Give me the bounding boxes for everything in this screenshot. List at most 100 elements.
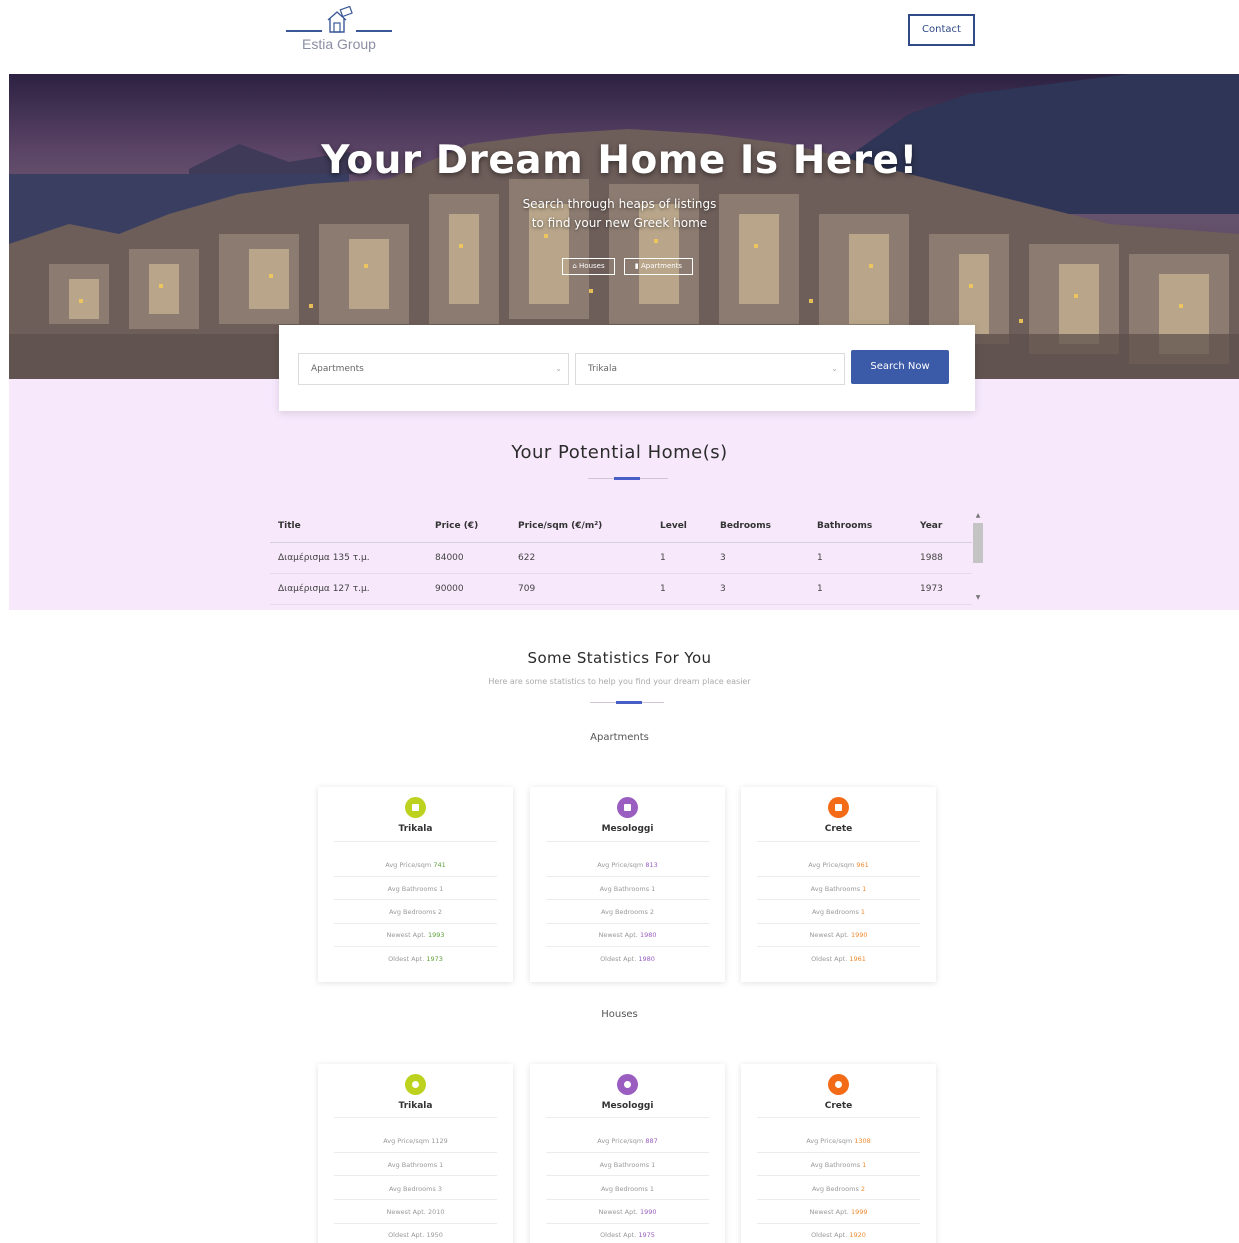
chevron-down-icon: ⌄ [555,364,562,373]
stat-label: Avg Bathrooms [810,1161,861,1169]
stat-oldest: Oldest Apt. 1975 [530,1231,725,1239]
stat-label: Avg Bedrooms [811,1185,859,1193]
stat-label: Avg Bedrooms [811,908,859,916]
stat-avg-bathrooms: Avg Bathrooms 1 [530,885,725,893]
stat-value: 1 [651,885,656,893]
contact-button[interactable]: Contact [908,14,975,46]
scrollbar-thumb[interactable] [973,523,983,563]
column-header[interactable]: Bedrooms [720,521,771,531]
stat-label: Avg Bathrooms [387,885,438,893]
column-header[interactable]: Price/sqm (€/m²) [518,521,602,531]
tab-apartments[interactable]: ▮ Apartments [624,258,693,275]
stat-label: Avg Price/sqm [383,1137,430,1145]
card-divider [334,1199,497,1200]
stat-label: Avg Bedrooms [388,908,436,916]
stat-label: Avg Bathrooms [810,885,861,893]
stat-value: 2 [860,1185,866,1193]
card-divider [334,1152,497,1153]
stat-card-houses-crete: Crete Avg Price/sqm 1308 Avg Bathrooms 1… [741,1064,936,1243]
stat-label: Avg Price/sqm [806,1137,853,1145]
stat-value: 1973 [426,955,443,963]
chevron-down-icon: ⌄ [831,364,838,373]
tab-apartments-label: Apartments [640,262,683,270]
site-header: Estia Group Contact [0,0,1239,74]
column-header[interactable]: Level [660,521,687,531]
stat-avg-bedrooms: Avg Bedrooms 2 [530,908,725,916]
table-row[interactable]: Διαμέρισμα 127 τ.μ. 90000 709 1 3 1 1973 [270,574,972,605]
home-icon [828,1074,849,1095]
card-divider [334,946,497,947]
card-divider [757,841,920,842]
stat-avg-price: Avg Price/sqm 961 [741,861,936,869]
stat-value: 1 [649,1185,655,1193]
building-icon [828,797,849,818]
stat-label: Avg Price/sqm [385,861,432,869]
search-now-button[interactable]: Search Now [851,350,949,384]
stat-avg-bedrooms: Avg Bedrooms 1 [741,908,936,916]
logo-line-right [356,30,392,32]
column-header[interactable]: Title [278,521,301,531]
stat-label: Oldest Apt. [600,1231,637,1239]
hero-subtitle-line2: to find your new Greek home [531,216,708,230]
stat-card-apartments-mesologgi: Mesologgi Avg Price/sqm 813 Avg Bathroom… [530,787,725,982]
stat-label: Newest Apt. [809,931,849,939]
card-divider [757,1117,920,1118]
stat-value: 961 [856,861,869,869]
stat-oldest: Oldest Apt. 1980 [530,955,725,963]
stat-value: 1920 [849,1231,866,1239]
stat-value: 1950 [426,1231,443,1239]
results-title-divider [588,477,668,480]
stat-label: Oldest Apt. [388,955,425,963]
cell-price: 90000 [435,584,464,594]
card-divider [546,1199,709,1200]
stat-value: 1999 [850,1208,868,1216]
stat-avg-price: Avg Price/sqm 741 [318,861,513,869]
card-divider [757,1223,920,1224]
search-panel: Apartments ⌄ Trikala ⌄ Search Now [279,325,975,411]
stat-value: 1993 [427,931,445,939]
column-header[interactable]: Price (€) [435,521,478,531]
stat-value: 1308 [854,1137,871,1145]
divider-accent [614,477,640,480]
apartments-group-label: Apartments [590,732,649,743]
stats-title-divider [590,701,664,704]
stat-label: Avg Bedrooms [388,1185,436,1193]
stat-value: 2010 [427,1208,445,1216]
card-divider [546,1223,709,1224]
stat-card-houses-mesologgi: Mesologgi Avg Price/sqm 887 Avg Bathroom… [530,1064,725,1243]
stat-card-apartments-trikala: Trikala Avg Price/sqm 741 Avg Bathrooms … [318,787,513,982]
stat-avg-bedrooms: Avg Bedrooms 3 [318,1185,513,1193]
stat-avg-price: Avg Price/sqm 1129 [318,1137,513,1145]
card-divider [546,841,709,842]
stat-value: 1 [651,1161,656,1169]
city-select[interactable]: Trikala ⌄ [575,353,845,385]
city-value: Trikala [588,364,617,374]
scroll-up-icon[interactable]: ▲ [972,512,984,519]
home-icon [617,1074,638,1095]
card-divider [334,923,497,924]
property-type-select[interactable]: Apartments ⌄ [298,353,569,385]
cell-bedrooms: 3 [720,584,726,594]
stat-value: 1961 [849,955,866,963]
cell-level: 1 [660,553,666,563]
stat-label: Avg Bathrooms [599,885,650,893]
tab-houses[interactable]: ⌂ Houses [562,258,615,275]
stat-newest: Newest Apt. 1993 [318,931,513,939]
card-divider [334,1223,497,1224]
table-row[interactable]: Διαμέρισμα 135 τ.μ. 84000 622 1 3 1 1988 [270,543,972,574]
column-header[interactable]: Year [920,521,942,531]
card-city: Trikala [398,824,433,834]
scroll-down-icon[interactable]: ▼ [972,594,984,601]
table-scrollbar[interactable]: ▲ ▼ [972,512,984,605]
stat-card-apartments-crete: Crete Avg Price/sqm 961 Avg Bathrooms 1 … [741,787,936,982]
stat-value: 887 [645,1137,658,1145]
stat-label: Oldest Apt. [600,955,637,963]
card-divider [757,899,920,900]
results-title: Your Potential Home(s) [511,442,728,463]
column-header[interactable]: Bathrooms [817,521,872,531]
stat-label: Avg Price/sqm [808,861,855,869]
card-divider [546,1175,709,1176]
stat-value: 2 [437,908,443,916]
brand-logo[interactable]: Estia Group [286,6,392,56]
stat-value: 1990 [639,1208,657,1216]
